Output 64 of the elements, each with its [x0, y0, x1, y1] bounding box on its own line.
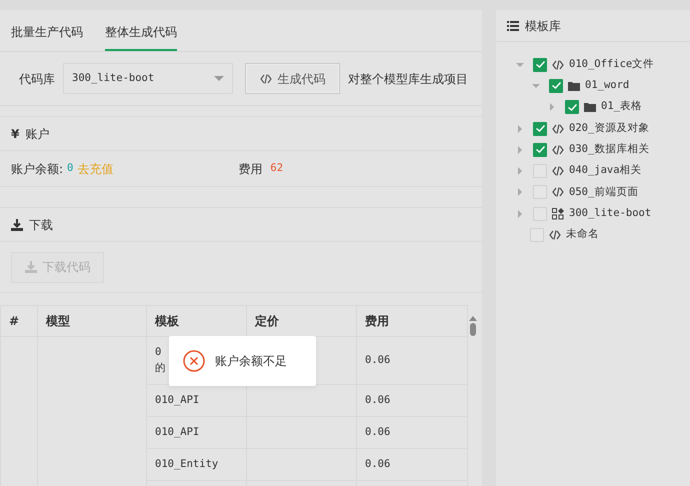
fee-label: 费用 — [238, 160, 262, 178]
tree-item-label[interactable]: 300_lite-boot — [569, 206, 652, 222]
checkbox[interactable] — [533, 58, 547, 72]
check-icon — [536, 125, 544, 132]
code-icon — [549, 230, 561, 240]
tab[interactable]: 批量生产代码 — [11, 23, 83, 51]
error-icon — [183, 350, 205, 372]
table-cell: 0.06 — [356, 416, 468, 448]
panel-title: 模板库 — [525, 18, 561, 34]
column-header: # — [0, 306, 38, 336]
checkbox[interactable] — [533, 142, 547, 157]
download-icon — [24, 261, 36, 273]
code-icon — [552, 60, 564, 70]
field-label: 代码库 — [19, 70, 55, 88]
download-icon — [11, 218, 23, 230]
code-icon — [552, 166, 564, 176]
table-cell: 0.06 — [356, 336, 468, 384]
code-icon — [552, 124, 564, 134]
expand-icon[interactable] — [516, 188, 524, 196]
tree-item-label[interactable]: 020_资源及对象 — [569, 120, 650, 136]
expand-icon[interactable] — [548, 103, 556, 112]
tree-item-label[interactable]: 050_前端页面 — [569, 184, 638, 200]
expand-icon[interactable] — [516, 167, 524, 176]
checkbox[interactable] — [533, 122, 547, 136]
tree-item-label[interactable]: 01_word — [585, 78, 630, 94]
code-icon — [552, 187, 564, 198]
column-header: 模型 — [38, 306, 146, 336]
collapse-icon[interactable] — [516, 60, 524, 69]
expand-icon[interactable] — [516, 146, 524, 154]
check-icon — [568, 104, 576, 111]
checkbox[interactable] — [549, 78, 563, 93]
collapse-icon[interactable] — [532, 82, 540, 90]
currency-icon: ¥ — [11, 124, 20, 142]
tree-item-label[interactable]: 未命名 — [566, 227, 599, 243]
balance-value: 0 — [67, 160, 74, 176]
check-icon — [552, 82, 560, 90]
card-title: 账户 — [25, 126, 50, 142]
balance-label: 账户余额: — [11, 160, 64, 178]
check-icon — [536, 61, 544, 68]
code-library-select[interactable]: 300_lite-boot — [63, 63, 233, 94]
code-icon — [552, 144, 564, 155]
tree-item-label[interactable]: 010_Office文件 — [569, 56, 654, 73]
fee-value: 62 — [270, 160, 284, 176]
expand-icon[interactable] — [516, 124, 524, 133]
folder-icon — [568, 80, 580, 91]
folder-icon — [584, 102, 596, 112]
table-cell: 010_API — [146, 416, 246, 448]
hint-text: 对整个模型库生成项目 — [348, 70, 468, 88]
code-icon — [260, 74, 272, 84]
generate-code-button[interactable]: 生成代码 — [245, 63, 340, 94]
checkbox[interactable] — [565, 100, 579, 114]
table-cell: 0.06 — [356, 384, 468, 416]
tree-item-label[interactable]: 01_表格 — [601, 99, 642, 116]
tab[interactable]: 整体生成代码 — [105, 23, 177, 51]
check-icon — [536, 146, 544, 154]
tree-item-label[interactable]: 040_java相关 — [569, 163, 642, 179]
tree-item-label[interactable]: 030_数据库相关 — [569, 142, 650, 158]
list-icon — [507, 20, 519, 30]
app-icon — [552, 208, 564, 220]
table-cell: 0.06 — [356, 448, 468, 480]
card-title: 下载 — [29, 216, 53, 234]
expand-icon[interactable] — [516, 210, 524, 218]
column-header: 费用 — [356, 306, 468, 336]
table-cell: 010_Entity — [146, 448, 246, 480]
